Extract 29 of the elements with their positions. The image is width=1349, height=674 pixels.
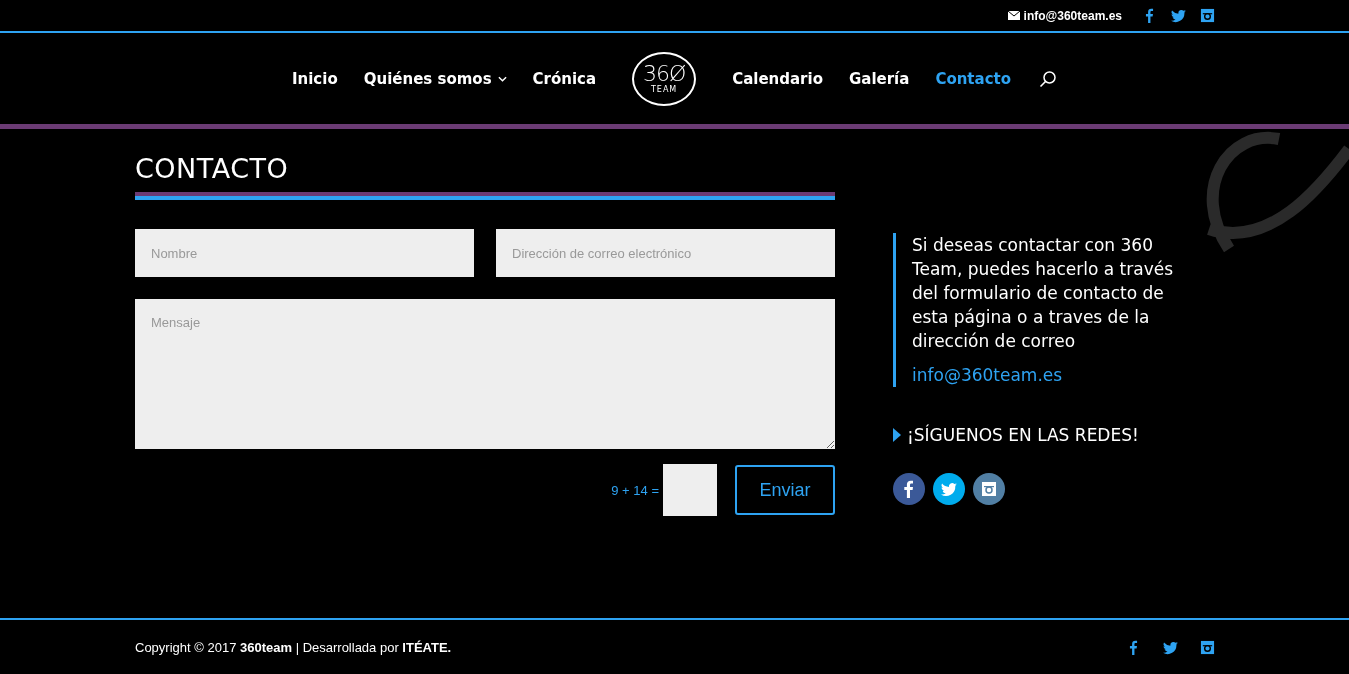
nav-link[interactable]: Galería (848, 69, 910, 88)
follow-heading: ¡SÍGUENOS EN LAS REDES! (907, 425, 1139, 445)
page-title: CONTACTO (135, 153, 290, 184)
nav-link[interactable]: Quiénes somos (363, 69, 507, 88)
facebook-icon[interactable] (893, 473, 925, 505)
nav-link[interactable]: Contacto (935, 69, 1012, 88)
nav-link[interactable]: Inicio (291, 69, 338, 88)
instagram-icon[interactable] (1200, 639, 1215, 655)
captcha-question: 9 + 14 = (611, 482, 659, 498)
email-link[interactable]: info@360team.es (1023, 8, 1122, 23)
captcha-field[interactable] (663, 464, 717, 516)
twitter-icon[interactable] (1171, 8, 1186, 23)
message-field[interactable]: Mensaje (135, 299, 835, 449)
submit-button[interactable]: Enviar (735, 465, 835, 515)
twitter-icon[interactable] (1163, 639, 1178, 655)
instagram-icon[interactable] (973, 473, 1005, 505)
email-link[interactable]: info@360team.es (912, 363, 1063, 387)
name-field[interactable]: Nombre (135, 229, 474, 277)
contact-text: Si deseas contactar con 360 Team, puedes hacerlo a través del formulario de contacto de esta página o a traves de la dirección de correo (912, 234, 1175, 353)
twitter-icon[interactable] (933, 473, 965, 505)
instagram-icon[interactable] (1200, 8, 1215, 23)
triangle-icon (893, 428, 901, 442)
copyright-text: Copyright © 2017 360team | Desarrollada por ITÉATE. (135, 639, 452, 655)
nav-link[interactable]: Crónica (532, 69, 597, 88)
nav-link[interactable]: Calendario (732, 69, 823, 88)
search-icon[interactable] (1039, 69, 1058, 88)
logo[interactable]: 36Ø TEAM (632, 51, 697, 106)
envelope-icon (1007, 11, 1020, 20)
email-field[interactable]: Dirección de correo electrónico (496, 229, 835, 277)
